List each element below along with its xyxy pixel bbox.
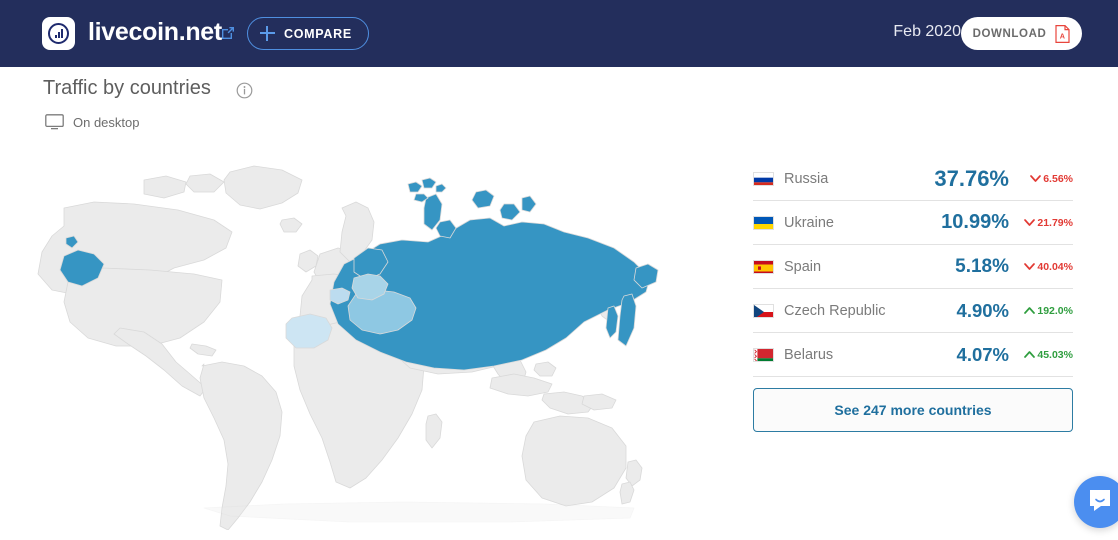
table-row[interactable]: Spain 5.18% 40.04% <box>753 245 1073 289</box>
table-row[interactable]: Czech Republic 4.90% 192.0% <box>753 289 1073 333</box>
see-more-countries-button[interactable]: See 247 more countries <box>753 388 1073 432</box>
desktop-monitor-icon <box>45 114 64 130</box>
svg-text:A: A <box>1060 31 1065 40</box>
external-link-icon[interactable] <box>220 25 236 41</box>
chevron-down-icon <box>1024 218 1036 227</box>
download-button-label: DOWNLOAD <box>972 27 1047 40</box>
table-row[interactable]: Ukraine 10.99% 21.79% <box>753 201 1073 245</box>
country-share: 4.07% <box>956 343 1009 365</box>
compare-button-label: COMPARE <box>284 26 352 41</box>
country-share: 10.99% <box>941 211 1009 233</box>
country-name: Russia <box>784 170 829 187</box>
country-name: Spain <box>784 258 822 275</box>
world-map[interactable] <box>24 150 724 530</box>
chevron-down-icon <box>1030 174 1042 183</box>
device-filter: On desktop <box>45 114 140 130</box>
table-row[interactable]: Belarus 4.07% 45.03% <box>753 333 1073 377</box>
country-change: 21.79% <box>1017 217 1073 229</box>
page-title: Traffic by countries <box>43 77 211 99</box>
download-button[interactable]: DOWNLOAD A <box>961 17 1082 50</box>
country-name: Belarus <box>784 346 834 363</box>
device-filter-label: On desktop <box>73 114 140 130</box>
flag-spain <box>753 259 774 274</box>
country-change: 6.56% <box>1017 173 1073 185</box>
top-header-bar: livecoin.net COMPARE Feb 2020 DOWNLOAD A <box>0 0 1118 67</box>
world-map-svg[interactable] <box>24 150 724 530</box>
site-title: livecoin.net <box>88 18 222 46</box>
country-change: 192.0% <box>1017 305 1073 317</box>
flag-russia <box>753 171 774 186</box>
country-share: 37.76% <box>934 165 1009 191</box>
chevron-down-icon <box>1024 262 1036 271</box>
info-circle-icon[interactable] <box>236 82 253 99</box>
table-row[interactable]: Russia 37.76% 6.56% <box>753 157 1073 201</box>
country-change: 40.04% <box>1017 261 1073 273</box>
flag-czech-republic <box>753 303 774 318</box>
country-change: 45.03% <box>1017 349 1073 361</box>
country-change-value: 21.79% <box>1037 216 1073 229</box>
map-base-countries <box>37 165 643 530</box>
chat-bubble-icon <box>1087 487 1113 518</box>
chevron-up-icon <box>1024 350 1036 359</box>
country-name: Ukraine <box>784 214 834 231</box>
compare-button[interactable]: COMPARE <box>247 17 369 50</box>
country-share: 5.18% <box>955 255 1009 277</box>
country-share: 4.90% <box>956 299 1009 321</box>
chat-launcher-button[interactable] <box>1074 476 1118 528</box>
country-name: Czech Republic <box>784 302 886 319</box>
country-change-value: 6.56% <box>1043 172 1073 185</box>
country-change-value: 192.0% <box>1037 304 1073 317</box>
pdf-file-icon: A <box>1055 24 1070 43</box>
country-list: Russia 37.76% 6.56% Ukraine 10.99% 21.79… <box>753 157 1073 377</box>
plus-icon <box>260 26 275 41</box>
flag-belarus <box>753 347 774 362</box>
chevron-up-icon <box>1024 306 1036 315</box>
flag-ukraine <box>753 215 774 230</box>
country-change-value: 40.04% <box>1037 260 1073 273</box>
country-change-value: 45.03% <box>1037 348 1073 361</box>
chart-circle-logo-icon <box>42 17 75 50</box>
date-range-label: Feb 2020 <box>893 23 961 40</box>
